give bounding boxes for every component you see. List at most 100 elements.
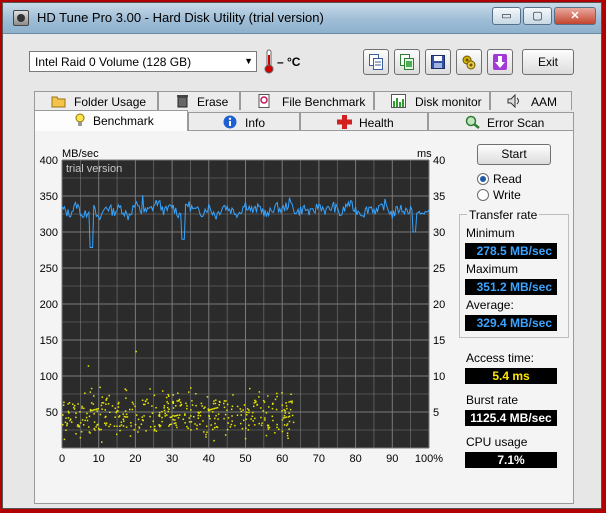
access-time-point: [254, 401, 257, 403]
access-time-point: [291, 414, 294, 417]
access-time-point: [137, 431, 139, 433]
access-time-point: [92, 403, 95, 405]
access-time-point: [167, 410, 169, 413]
close-button[interactable]: ✕: [554, 7, 596, 25]
access-time-point: [223, 417, 225, 420]
access-time-point: [187, 427, 189, 430]
access-time-point: [216, 406, 219, 409]
access-time-point: [116, 425, 118, 427]
access-time-point: [125, 397, 127, 399]
tab-info[interactable]: Info: [188, 112, 300, 131]
access-time-point: [225, 400, 227, 402]
access-time-point: [288, 401, 290, 403]
access-time-point: [108, 411, 111, 414]
access-time-point: [276, 423, 278, 426]
maximize-button[interactable]: ▢: [523, 7, 552, 25]
access-time-point: [244, 437, 247, 440]
access-time-point: [231, 420, 233, 422]
access-time-point: [196, 427, 198, 430]
access-time-point: [105, 424, 107, 426]
access-time-point: [291, 400, 293, 402]
save-button[interactable]: [425, 49, 451, 75]
access-time-point: [159, 425, 161, 428]
access-time-point: [283, 414, 286, 417]
access-time-point: [146, 398, 148, 401]
access-time-point: [129, 435, 132, 437]
access-time-point: [99, 386, 101, 389]
access-time-point: [151, 412, 154, 414]
access-time-point: [226, 428, 229, 431]
access-time-point: [281, 410, 283, 412]
read-radio[interactable]: [477, 173, 489, 185]
access-time-point: [231, 405, 234, 408]
access-time-point: [190, 421, 193, 423]
access-time-point: [145, 430, 147, 432]
access-time-point: [92, 409, 95, 411]
access-time-point: [245, 418, 247, 421]
access-time-point: [224, 434, 227, 436]
access-time-point: [213, 439, 215, 442]
access-time-point: [89, 391, 92, 393]
tab-erase[interactable]: Erase: [158, 91, 240, 110]
tab-benchmark[interactable]: Benchmark: [34, 110, 188, 131]
access-time-point: [174, 422, 177, 424]
access-time-point: [67, 417, 70, 419]
tab-disk-monitor[interactable]: Disk monitor: [374, 91, 490, 110]
access-time-point: [120, 421, 123, 423]
access-time-point: [207, 408, 210, 410]
access-time-point: [285, 424, 288, 427]
access-time-point: [190, 429, 192, 431]
access-time-point: [194, 423, 196, 425]
tab-error-scan[interactable]: Error Scan: [428, 112, 574, 131]
access-time-point: [243, 404, 246, 406]
exit-button[interactable]: Exit: [522, 49, 574, 75]
start-button[interactable]: Start: [477, 144, 551, 165]
options-button[interactable]: [456, 49, 482, 75]
drive-select-dropdown[interactable]: Intel Raid 0 Volume (128 GB) ▼: [29, 51, 257, 72]
access-time-point: [264, 417, 266, 419]
access-time-point: [253, 402, 256, 404]
access-time-point: [214, 422, 216, 425]
access-time-point: [67, 410, 70, 413]
access-time-point: [215, 399, 217, 401]
access-time-point: [88, 426, 90, 428]
write-radio[interactable]: [477, 189, 489, 201]
access-time-point: [137, 418, 140, 421]
copy-screenshot-button[interactable]: [394, 49, 420, 75]
tab-file-benchmark[interactable]: File Benchmark: [240, 91, 374, 110]
access-time-point: [250, 418, 252, 420]
speaker-icon: [507, 94, 519, 108]
access-time-point: [104, 409, 107, 411]
access-time-point: [224, 413, 227, 416]
access-time-point: [267, 406, 270, 408]
access-time-point: [155, 430, 158, 432]
down-arrow-button[interactable]: [487, 49, 513, 75]
read-radio-label: Read: [493, 172, 522, 186]
temperature-readout: – °C: [277, 55, 301, 69]
y-right-tick-label: 25: [433, 263, 445, 275]
access-time-point: [116, 433, 118, 436]
access-time-point: [289, 408, 292, 411]
access-time-point: [144, 400, 147, 402]
access-time-point: [283, 424, 286, 426]
access-time-point: [101, 396, 104, 398]
tab-folder-usage[interactable]: Folder Usage: [34, 91, 158, 110]
tab-label: Error Scan: [487, 116, 545, 130]
access-time-point: [192, 415, 195, 418]
y-right-ticks: 40 35 30 25 20 15 10 5: [433, 155, 445, 419]
tab-aam[interactable]: AAM: [490, 91, 572, 110]
options-icon: [462, 55, 476, 70]
tab-health[interactable]: Health: [300, 112, 428, 131]
access-time-point: [167, 393, 169, 396]
minimize-button[interactable]: ▭: [492, 7, 521, 25]
access-time-point: [84, 392, 86, 395]
copy-text-button[interactable]: [363, 49, 389, 75]
y-left-tick-label: 200: [40, 299, 58, 311]
access-time-point: [182, 418, 185, 421]
access-time-point: [288, 412, 290, 414]
access-time-point: [172, 394, 174, 396]
magnifier-icon: [465, 115, 480, 129]
access-time-value: 5.4 ms: [465, 368, 557, 384]
access-time-point: [184, 414, 186, 416]
x-tick-label: 100%: [415, 453, 443, 463]
